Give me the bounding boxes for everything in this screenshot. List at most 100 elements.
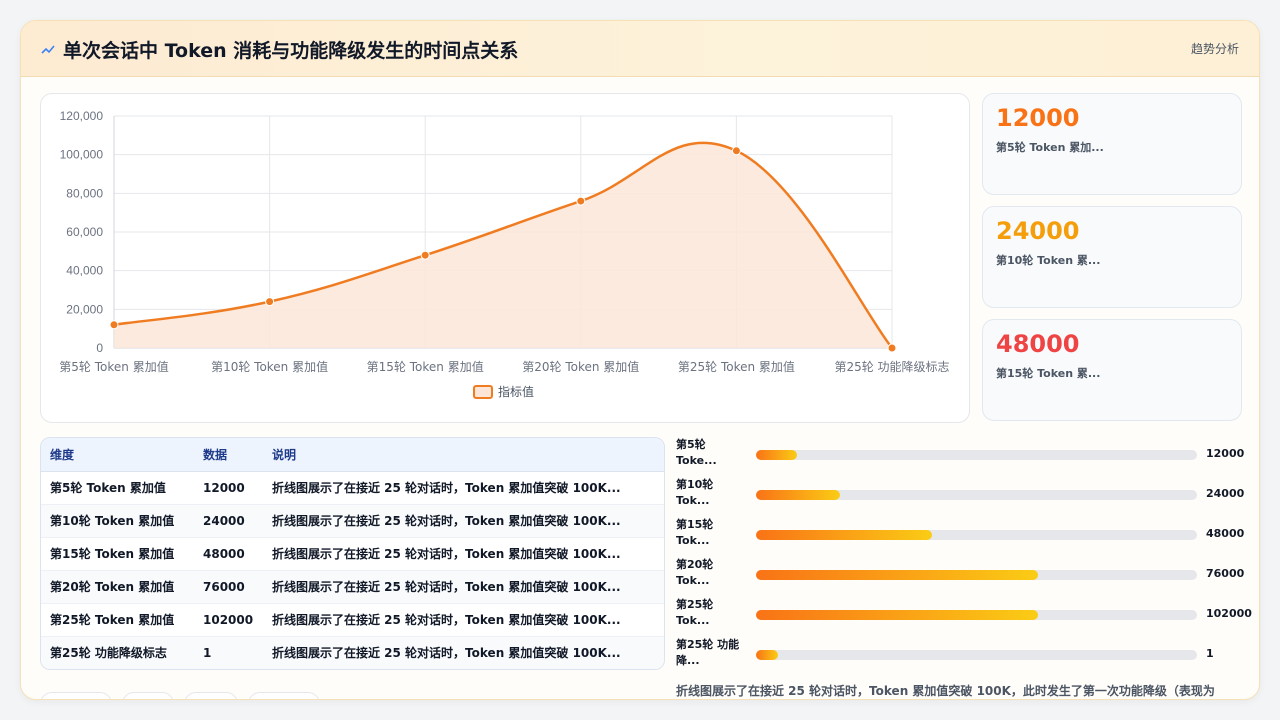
y-tick-label: 0 <box>96 341 103 355</box>
data-table-panel: 维度 数据 说明 第5轮 Token 累加值 12000 折线图展示了在接近 25 … <box>40 437 665 670</box>
line-chart: 0 20,000 40,000 60,000 80,000 100,000 120,000 第… <box>59 109 950 399</box>
progress-row: 第15轮 Tok... 48000 <box>676 517 1256 553</box>
y-tick-label: 120,000 <box>60 109 104 123</box>
progress-label: 第15轮 Tok... <box>676 518 714 547</box>
progress-label: 第10轮 Tok... <box>676 478 714 507</box>
x-tick-label: 第25轮 Token 累加值 <box>678 359 795 374</box>
table-cell: 折线图展示了在接近 25 轮对话时，Token 累加值突破 100K... <box>263 471 664 505</box>
filter-chip[interactable] <box>122 692 174 699</box>
progress-track <box>756 490 1197 500</box>
y-tick-label: 40,000 <box>66 264 103 278</box>
progress-track <box>756 450 1197 460</box>
data-point <box>887 343 897 353</box>
page-title: 单次会话中 Token 消耗与功能降级发生的时间点关系 <box>63 40 519 62</box>
y-tick-label: 20,000 <box>66 302 103 316</box>
progress-track <box>756 610 1197 620</box>
data-point <box>109 320 119 330</box>
progress-label: 第20轮 Tok... <box>676 558 714 587</box>
table-cell: 第5轮 Token 累加值 <box>41 471 194 505</box>
table-cell: 1 <box>194 636 263 669</box>
table-cell: 折线图展示了在接近 25 轮对话时，Token 累加值突破 100K... <box>263 570 664 604</box>
table-header-row: 维度 数据 说明 <box>41 438 664 472</box>
filter-chip[interactable] <box>248 692 320 699</box>
progress-value: 48000 <box>1206 527 1245 540</box>
column-header: 说明 <box>263 438 664 472</box>
table-cell: 12000 <box>194 471 263 505</box>
y-tick-label: 60,000 <box>66 225 103 239</box>
x-tick-label: 第20轮 Token 累加值 <box>522 359 639 374</box>
kpi-label: 第15轮 Token 累... <box>996 367 1101 380</box>
table-cell: 76000 <box>194 570 263 604</box>
x-tick-label: 第15轮 Token 累加值 <box>367 359 484 374</box>
progress-row: 第20轮 Tok... 76000 <box>676 557 1256 593</box>
x-tick-label: 第10轮 Token 累加值 <box>211 359 328 374</box>
progress-row: 第25轮 Tok... 102000 <box>676 597 1256 633</box>
table-cell: 102000 <box>194 603 263 637</box>
table-row: 第10轮 Token 累加值 24000 折线图展示了在接近 25 轮对话时，Tok… <box>41 504 664 538</box>
progress-fill <box>756 570 1039 580</box>
progress-label: 第5轮 Toke... <box>676 438 717 467</box>
progress-value: 76000 <box>1206 567 1245 580</box>
kpi-value: 12000 <box>996 104 1080 132</box>
progress-value: 1 <box>1206 647 1214 660</box>
progress-row: 第10轮 Tok... 24000 <box>676 477 1256 513</box>
progress-value: 12000 <box>1206 447 1245 460</box>
table-row: 第20轮 Token 累加值 76000 折线图展示了在接近 25 轮对话时，Tok… <box>41 570 664 604</box>
legend-label: 指标值 <box>498 384 534 399</box>
legend-swatch <box>473 385 493 399</box>
series-area <box>114 142 892 348</box>
progress-track <box>756 650 1197 660</box>
table-row: 第5轮 Token 累加值 12000 折线图展示了在接近 25 轮对话时，Toke… <box>41 471 664 505</box>
table-cell: 24000 <box>194 504 263 538</box>
table-cell: 第20轮 Token 累加值 <box>41 570 194 604</box>
progress-fill <box>756 650 779 660</box>
kpi-card-3: 48000 第15轮 Token 累... <box>982 319 1242 421</box>
kpi-card-1: 12000 第5轮 Token 累加... <box>982 93 1242 195</box>
header-bar: 单次会话中 Token 消耗与功能降级发生的时间点关系 趋势分析 <box>21 21 1259 77</box>
progress-label: 第25轮 Tok... <box>676 598 714 627</box>
progress-fill <box>756 490 840 500</box>
table-row: 第25轮 Token 累加值 102000 折线图展示了在接近 25 轮对话时，To… <box>41 603 664 637</box>
table-cell: 第25轮 功能降级标志 <box>41 636 194 669</box>
table-cell: 第15轮 Token 累加值 <box>41 537 194 571</box>
filter-chip[interactable] <box>184 692 238 699</box>
kpi-value: 24000 <box>996 217 1080 245</box>
data-point <box>265 297 275 307</box>
table-cell: 48000 <box>194 537 263 571</box>
table-row: 第15轮 Token 累加值 48000 折线图展示了在接近 25 轮对话时，Tok… <box>41 537 664 571</box>
kpi-label: 第10轮 Token 累... <box>996 254 1101 267</box>
table-cell: 第10轮 Token 累加值 <box>41 504 194 538</box>
column-header: 数据 <box>194 438 263 472</box>
column-header: 维度 <box>41 438 194 472</box>
progress-label: 第25轮 功能 降... <box>676 638 740 667</box>
progress-fill <box>756 530 933 540</box>
kpi-label: 第5轮 Token 累加... <box>996 141 1104 154</box>
table-cell: 折线图展示了在接近 25 轮对话时，Token 累加值突破 100K... <box>263 504 664 538</box>
trend-analysis-link[interactable]: 趋势分析 <box>1191 40 1239 57</box>
table-row: 第25轮 功能降级标志 1 折线图展示了在接近 25 轮对话时，Token 累加值突… <box>41 636 664 669</box>
y-tick-label: 100,000 <box>60 148 104 162</box>
data-table: 维度 数据 说明 第5轮 Token 累加值 12000 折线图展示了在接近 25 … <box>41 438 664 669</box>
progress-value: 24000 <box>1206 487 1245 500</box>
progress-value: 102000 <box>1206 607 1252 620</box>
table-cell: 折线图展示了在接近 25 轮对话时，Token 累加值突破 100K... <box>263 636 664 669</box>
data-point <box>731 146 741 156</box>
filter-chip[interactable] <box>40 692 112 699</box>
data-point <box>420 250 430 260</box>
progress-track <box>756 530 1197 540</box>
progress-track <box>756 570 1197 580</box>
progress-fill <box>756 610 1039 620</box>
table-cell: 折线图展示了在接近 25 轮对话时，Token 累加值突破 100K... <box>263 537 664 571</box>
progress-row: 第5轮 Toke... 12000 <box>676 437 1256 473</box>
progress-bar-list: 第5轮 Toke... 12000 第10轮 Tok... 24000 第15轮 To… <box>676 437 1256 677</box>
progress-row: 第25轮 功能 降... 1 <box>676 637 1256 673</box>
x-tick-label: 第25轮 功能降级标志 <box>834 360 949 374</box>
y-tick-label: 80,000 <box>66 186 103 200</box>
kpi-card-2: 24000 第10轮 Token 累... <box>982 206 1242 308</box>
line-chart-panel: 0 20,000 40,000 60,000 80,000 100,000 120,000 第… <box>40 93 970 423</box>
dashboard-card: 单次会话中 Token 消耗与功能降级发生的时间点关系 趋势分析 0 20,000… <box>20 20 1260 700</box>
progress-fill <box>756 450 798 460</box>
table-cell: 第25轮 Token 累加值 <box>41 603 194 637</box>
table-cell: 折线图展示了在接近 25 轮对话时，Token 累加值突破 100K... <box>263 603 664 637</box>
data-point <box>576 196 586 206</box>
